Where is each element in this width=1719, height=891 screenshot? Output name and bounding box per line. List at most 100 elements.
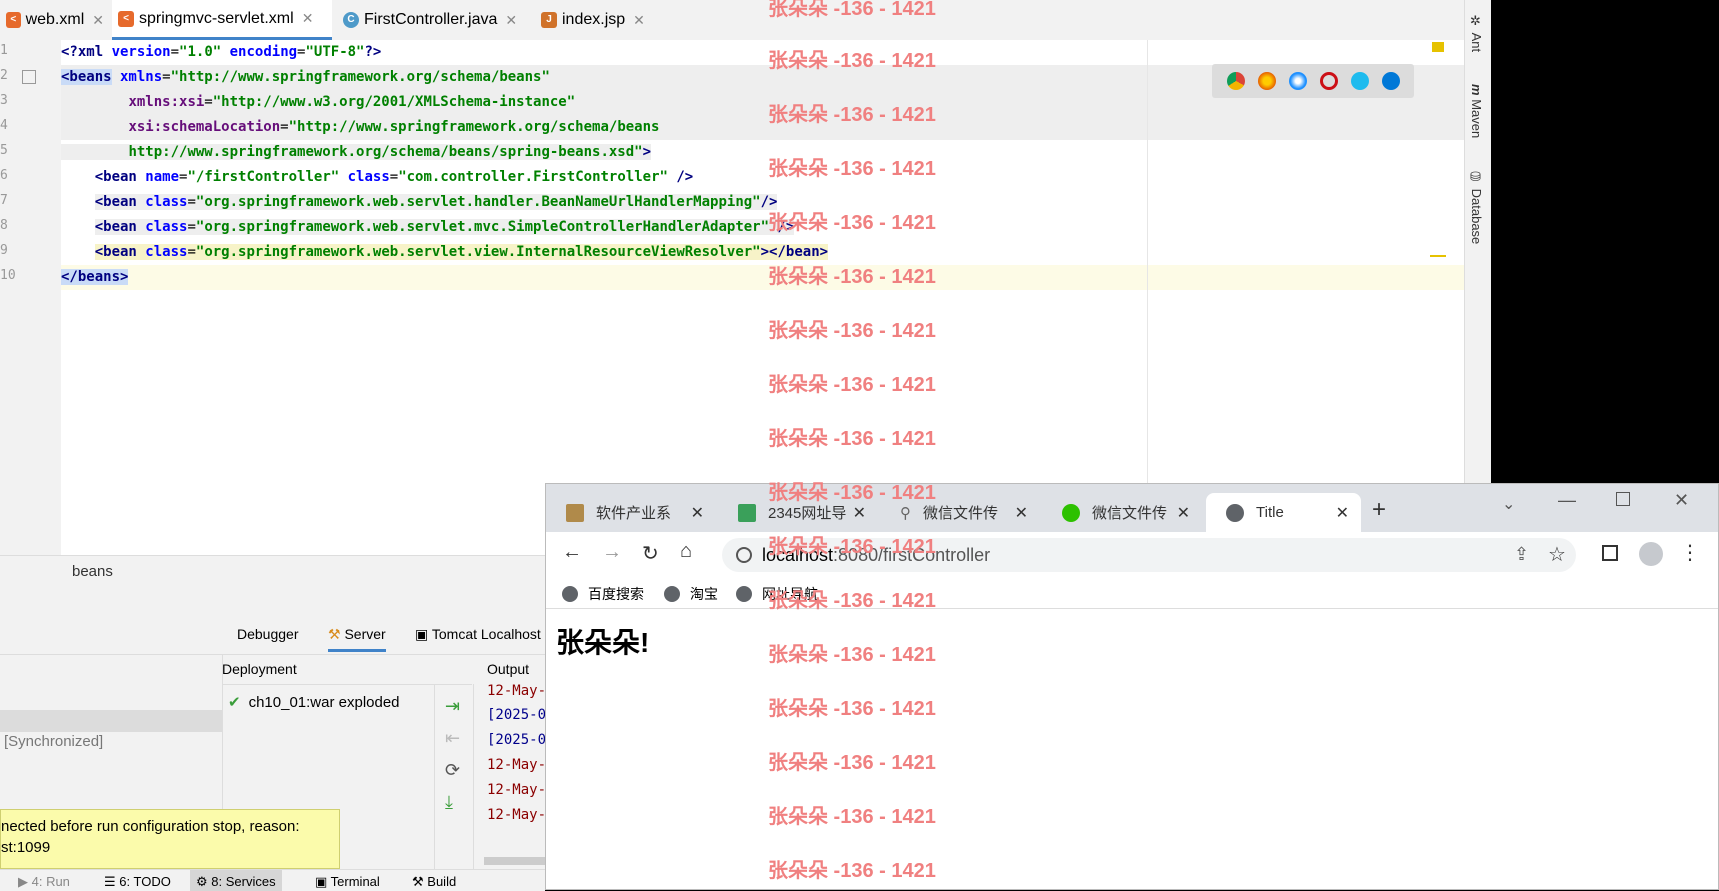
tool-run[interactable]: ▶ 4: Run — [18, 874, 70, 890]
tool-label: Terminal — [330, 874, 380, 889]
tool-label: 4: Run — [31, 874, 70, 889]
download-icon[interactable]: ⤓ — [445, 792, 453, 813]
share-icon[interactable]: ⇪ — [1514, 544, 1529, 565]
browser-tab[interactable]: 微信文件传 ✕ — [1042, 493, 1202, 532]
ant-icon: ✲ — [1469, 14, 1484, 29]
code-editor[interactable]: <?xml version="1.0" encoding="UTF-8"?> <… — [61, 40, 1464, 555]
tool-terminal[interactable]: ▣ Terminal — [315, 874, 380, 890]
browser-tab-active[interactable]: Title ✕ — [1206, 493, 1361, 532]
opera-icon[interactable] — [1319, 72, 1338, 90]
reload-button[interactable]: ↻ — [642, 541, 659, 566]
horizontal-scrollbar[interactable] — [484, 857, 545, 865]
chrome-icon[interactable] — [1226, 72, 1245, 90]
profile-avatar[interactable] — [1639, 542, 1663, 566]
watermark-text: 张朵朵 -136 - 1421 — [768, 482, 936, 504]
tab-server[interactable]: ⚒ Server — [328, 626, 386, 652]
bookmarks-bar: 百度搜索 淘宝 网址导航 — [546, 578, 1718, 609]
watermark-text: 张朵朵 -136 - 1421 — [768, 158, 936, 180]
close-window-button[interactable]: ✕ — [1674, 490, 1689, 511]
tool-label: Database — [1469, 188, 1484, 245]
tab-springmvc-servlet-xml[interactable]: < springmvc-servlet.xml ✕ — [112, 0, 332, 40]
breadcrumb-item[interactable]: beans — [72, 563, 113, 580]
output-line: 12-May- — [487, 807, 547, 823]
code-line-10: </beans> — [61, 265, 1464, 290]
tab-index-jsp[interactable]: J index.jsp ✕ — [535, 0, 655, 40]
bookmark-star-icon[interactable]: ☆ — [1548, 542, 1566, 567]
deployment-item[interactable]: ✔ ch10_01:war exploded — [228, 693, 400, 712]
bookmark-label: 淘宝 — [690, 586, 718, 602]
browser-tab[interactable]: 软件产业系 ✕ — [546, 493, 716, 532]
close-icon[interactable]: ✕ — [633, 12, 645, 29]
close-icon[interactable]: ✕ — [1177, 503, 1190, 523]
undeploy-icon[interactable]: ⇤ — [445, 728, 460, 749]
close-icon[interactable]: ✕ — [505, 12, 517, 29]
editor-tab-bar: < web.xml ✕ < springmvc-servlet.xml ✕ C … — [0, 0, 1464, 41]
watermark-text: 张朵朵 -136 - 1421 — [768, 536, 936, 558]
close-icon[interactable]: ✕ — [1336, 503, 1349, 523]
bean-gutter-icon[interactable] — [22, 70, 36, 84]
info-icon[interactable] — [736, 547, 752, 563]
refresh-icon[interactable]: ⟳ — [445, 760, 460, 781]
ie-icon[interactable] — [1350, 72, 1369, 90]
menu-icon[interactable]: ⋮ — [1680, 540, 1700, 565]
watermark-text: 张朵朵 -136 - 1421 — [768, 698, 936, 720]
back-button[interactable]: ← — [562, 541, 582, 564]
minimize-button[interactable]: — — [1558, 490, 1576, 511]
code-line-1: <?xml version="1.0" encoding="UTF-8"?> — [61, 44, 382, 60]
close-icon[interactable]: ✕ — [691, 503, 704, 523]
deploy-icon[interactable]: ⇥ — [445, 696, 460, 717]
tool-build[interactable]: ⚒ Build — [412, 874, 456, 890]
watermark-text: 张朵朵 -136 - 1421 — [768, 752, 936, 774]
tab-tomcat-localhost[interactable]: ▣ Tomcat Localhost — [415, 626, 541, 643]
maven-tool[interactable]: m Maven — [1469, 84, 1484, 138]
watermark-text: 张朵朵 -136 - 1421 — [768, 104, 936, 126]
edge-icon[interactable] — [1381, 72, 1400, 90]
tab-debugger[interactable]: Debugger — [237, 626, 299, 642]
line-number: 8 — [0, 218, 8, 233]
close-icon[interactable]: ✕ — [853, 503, 866, 523]
notification-tooltip[interactable]: nected before run configuration stop, re… — [0, 809, 340, 869]
tool-todo[interactable]: ☰ 6: TODO — [104, 874, 171, 890]
side-panel-icon[interactable] — [1602, 545, 1618, 561]
bookmark-item[interactable]: 淘宝 — [664, 584, 718, 604]
selected-tree-row[interactable] — [0, 710, 222, 732]
close-icon[interactable]: ✕ — [92, 12, 104, 29]
browser-tab-label: 软件产业系 — [596, 505, 672, 522]
globe-icon — [736, 586, 752, 602]
bookmark-item[interactable]: 百度搜索 — [562, 584, 644, 604]
tab-firstcontroller-java[interactable]: C FirstController.java ✕ — [337, 0, 532, 40]
line-number: 9 — [0, 243, 8, 258]
watermark-text: 张朵朵 -136 - 1421 — [768, 590, 936, 612]
tab-web-xml[interactable]: < web.xml ✕ — [0, 0, 110, 40]
watermark-text: 张朵朵 -136 - 1421 — [768, 0, 936, 20]
forward-button[interactable]: → — [602, 541, 622, 564]
safari-icon[interactable] — [1288, 72, 1307, 90]
tool-label: Maven — [1469, 99, 1484, 139]
globe-icon — [1226, 503, 1244, 522]
code-line-5: http://www.springframework.org/schema/be… — [61, 140, 1464, 165]
output-line: [2025-0 — [487, 732, 547, 748]
warning-marker-icon[interactable] — [1432, 42, 1444, 52]
new-tab-button[interactable]: + — [1372, 496, 1386, 524]
tool-label: Ant — [1469, 32, 1484, 53]
line-number: 10 — [0, 268, 16, 283]
check-icon: ✔ — [228, 694, 241, 711]
home-favicon-icon — [738, 503, 756, 522]
tab-label: Server — [344, 626, 386, 642]
close-icon[interactable]: ✕ — [1015, 503, 1028, 523]
close-icon[interactable]: ✕ — [302, 10, 314, 27]
database-tool[interactable]: ⛁ Database — [1469, 170, 1484, 244]
services-tab-bar: Debugger ⚒ Server ▣ Tomcat Localhost — [0, 620, 545, 655]
maximize-button[interactable] — [1616, 492, 1630, 506]
line-number: 5 — [0, 143, 8, 158]
watermark-text: 张朵朵 -136 - 1421 — [768, 644, 936, 666]
watermark-text: 张朵朵 -136 - 1421 — [768, 266, 936, 288]
chevron-down-icon[interactable]: ⌄ — [1502, 494, 1515, 514]
firefox-icon[interactable] — [1257, 72, 1276, 90]
tool-services[interactable]: ⚙ 8: Services — [190, 870, 282, 891]
browser-tab-label: Title — [1256, 504, 1284, 521]
ant-tool[interactable]: ✲ Ant — [1469, 14, 1484, 52]
home-button[interactable]: ⌂ — [680, 540, 692, 563]
watermark-text: 张朵朵 -136 - 1421 — [768, 806, 936, 828]
java-class-icon: C — [343, 12, 359, 28]
